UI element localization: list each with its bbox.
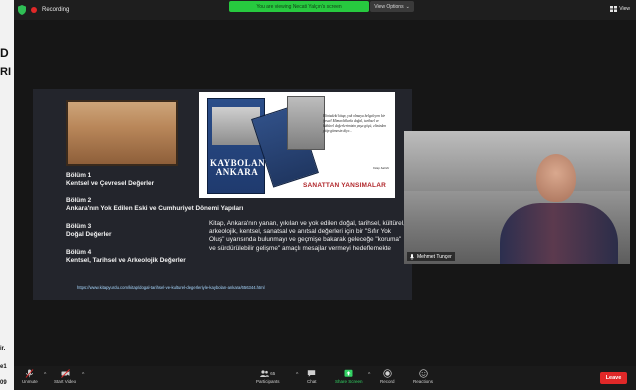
view-options-label: View Options <box>374 3 404 10</box>
book-caption: SANATTAN YANSIMALAR <box>303 182 387 189</box>
participant-name-tag: Mehmet Tunçer <box>407 252 455 261</box>
chat-label: Chat <box>307 379 317 384</box>
share-screen-label: Share Screen <box>335 379 363 384</box>
participants-count: 65 <box>270 371 276 376</box>
reactions-label: Reactions <box>413 379 434 384</box>
unmute-label: Unmute <box>22 379 38 384</box>
participants-label: Participants <box>256 379 280 384</box>
participant-name: Mehmet Tunçer <box>417 253 452 260</box>
record-button[interactable]: Record <box>380 369 395 384</box>
top-bar: Recording You are viewing Necati Yalçın'… <box>14 0 636 20</box>
video-camera-off-icon <box>60 369 70 378</box>
microphone-icon <box>410 253 414 260</box>
section-title: Bölüm 2 <box>66 197 92 204</box>
book-page-image <box>287 96 325 150</box>
smiley-face-icon <box>418 369 428 378</box>
start-video-button[interactable]: Start Video <box>54 369 76 384</box>
chevron-up-icon[interactable]: ^ <box>368 372 370 378</box>
view-button[interactable]: View <box>610 4 630 14</box>
leave-button[interactable]: Leave <box>600 372 627 384</box>
participant-video-tile[interactable]: Mehmet Tunçer <box>404 131 630 264</box>
page-fragment: e1 <box>0 364 7 370</box>
left-page-strip: D RI ir. e1 09 <box>0 0 14 390</box>
section-title: Bölüm 3 <box>66 223 92 230</box>
grid-view-icon <box>610 6 618 12</box>
recording-label: Recording <box>42 7 70 13</box>
book-title: KAYBOLAN ANKARA <box>210 158 266 177</box>
chat-icon <box>308 370 316 377</box>
microphone-muted-icon <box>26 369 34 378</box>
book-url: https://www.kitapyurdu.com/kitap/dogal-t… <box>77 285 265 290</box>
shared-slide: KAYBOLAN ANKARA Elinizdeki kitap, yok ol… <box>33 89 412 300</box>
view-options-button[interactable]: View Options ⌄ <box>370 1 414 12</box>
participants-button[interactable]: 65 Participants <box>256 369 280 384</box>
participant-head <box>536 154 576 202</box>
chevron-up-icon[interactable]: ^ <box>44 372 46 378</box>
participants-icon-group: 65 <box>260 369 275 378</box>
share-screen-icon <box>344 369 353 377</box>
start-video-label: Start Video <box>54 379 77 384</box>
view-label: View <box>619 6 630 12</box>
section-subtitle: Ankara'nın Yok Edilen Eski ve Cumhuriyet… <box>66 205 244 212</box>
page-fragment: D <box>0 46 9 60</box>
section-subtitle: Kentsel, Tarihsel ve Arkeolojik Değerler <box>66 257 186 264</box>
book-promo-panel: KAYBOLAN ANKARA Elinizdeki kitap, yok ol… <box>199 92 395 198</box>
section-title: Bölüm 4 <box>66 249 92 256</box>
book-description: Kitap, Ankara'nın yanan, yıkılan ve yok … <box>209 220 405 252</box>
people-icon <box>260 370 270 377</box>
chevron-up-icon[interactable]: ^ <box>82 372 84 378</box>
page-fragment: ir. <box>0 346 6 352</box>
unmute-button[interactable]: Unmute <box>22 369 38 384</box>
shield-icon[interactable] <box>18 5 26 15</box>
chevron-down-icon: ⌄ <box>405 3 410 10</box>
chevron-up-icon[interactable]: ^ <box>296 372 298 378</box>
participant-body <box>500 203 618 264</box>
quote-author: Kitap Sahibi <box>372 166 389 170</box>
section-title: Bölüm 1 <box>66 172 92 179</box>
archaeological-site-photo <box>66 100 178 166</box>
video-background <box>404 131 630 191</box>
page-fragment: RI <box>0 66 11 78</box>
record-icon <box>383 369 392 378</box>
section-subtitle: Doğal Değerler <box>66 231 112 238</box>
share-screen-button[interactable]: Share Screen <box>335 369 363 384</box>
meeting-toolbar: Unmute ^ Start Video ^ 65 Participants ^… <box>14 366 636 390</box>
record-dot-icon <box>31 7 37 13</box>
chat-button[interactable]: Chat <box>307 369 317 384</box>
zoom-meeting-window: Recording You are viewing Necati Yalçın'… <box>14 0 636 390</box>
book-cover: KAYBOLAN ANKARA <box>207 98 265 194</box>
viewing-banner: You are viewing Necati Yalçın's screen <box>229 1 369 12</box>
section-subtitle: Kentsel ve Çevresel Değerler <box>66 180 155 187</box>
reactions-button[interactable]: Reactions <box>413 369 433 384</box>
recording-indicator: Recording <box>18 4 69 16</box>
page-fragment: 09 <box>0 380 7 386</box>
book-quote: Elinizdeki kitap, yok olmaya belgeleyen … <box>323 114 387 133</box>
record-label: Record <box>380 379 395 384</box>
